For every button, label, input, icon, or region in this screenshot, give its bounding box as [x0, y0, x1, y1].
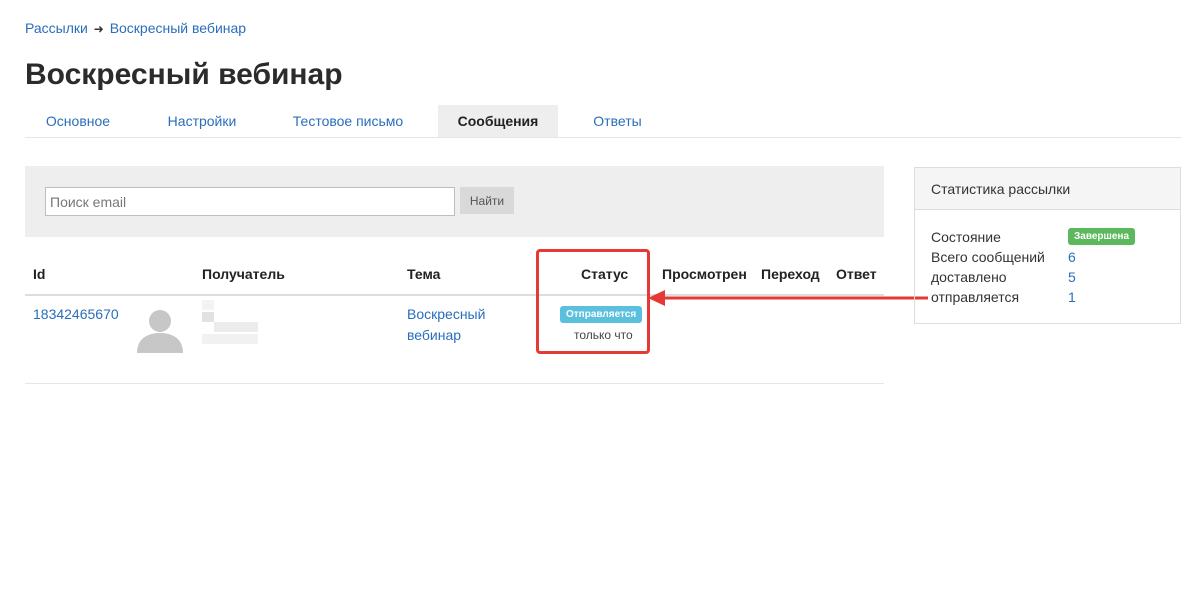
- column-header-recipient[interactable]: Получатель: [202, 266, 285, 282]
- stat-sending-label: отправляется: [931, 289, 1020, 305]
- state-badge: Завершена: [1068, 228, 1136, 245]
- tab-bar: Основное Настройки Тестовое письмо Сообщ…: [25, 105, 1182, 138]
- stat-total-link[interactable]: 6: [1068, 247, 1076, 267]
- breadcrumb-link-mailings[interactable]: Рассылки: [25, 20, 88, 36]
- stats-title: Статистика рассылки: [915, 168, 1180, 210]
- column-header-clicked[interactable]: Переход: [761, 266, 820, 282]
- table-row-divider: [25, 383, 884, 384]
- breadcrumb: Рассылки ➜ Воскресный вебинар: [25, 20, 246, 36]
- column-header-id[interactable]: Id: [33, 266, 45, 282]
- page-title: Воскресный вебинар: [25, 58, 343, 91]
- annotation-arrow-icon: [648, 290, 928, 306]
- search-button[interactable]: Найти: [460, 187, 514, 214]
- column-header-subject[interactable]: Тема: [407, 266, 440, 282]
- tab-main[interactable]: Основное: [25, 105, 131, 137]
- tab-settings[interactable]: Настройки: [151, 105, 253, 137]
- search-input[interactable]: [45, 187, 455, 216]
- arrow-right-icon: ➜: [93, 22, 104, 36]
- annotation-highlight-box: [536, 249, 650, 354]
- column-header-viewed[interactable]: Просмотрен: [662, 266, 747, 282]
- stat-delivered-link[interactable]: 5: [1068, 267, 1076, 287]
- tab-test-email[interactable]: Тестовое письмо: [281, 105, 415, 137]
- column-header-replied[interactable]: Ответ: [836, 266, 877, 282]
- user-silhouette-icon: [137, 310, 183, 353]
- breadcrumb-link-current[interactable]: Воскресный вебинар: [110, 20, 246, 36]
- stat-delivered-label: доставлено: [931, 269, 1007, 285]
- stat-sending-link[interactable]: 1: [1068, 287, 1076, 307]
- tab-messages[interactable]: Сообщения: [438, 105, 558, 137]
- stat-total-label: Всего сообщений: [931, 249, 1045, 265]
- mailing-stats-panel: Статистика рассылки Состояние Завершена …: [914, 167, 1181, 324]
- message-id-link[interactable]: 18342465670: [33, 306, 119, 322]
- search-panel: Найти: [25, 166, 884, 237]
- tab-replies[interactable]: Ответы: [580, 105, 655, 137]
- stat-state-label: Состояние: [931, 229, 1001, 245]
- subject-link[interactable]: Воскресный вебинар: [407, 304, 507, 346]
